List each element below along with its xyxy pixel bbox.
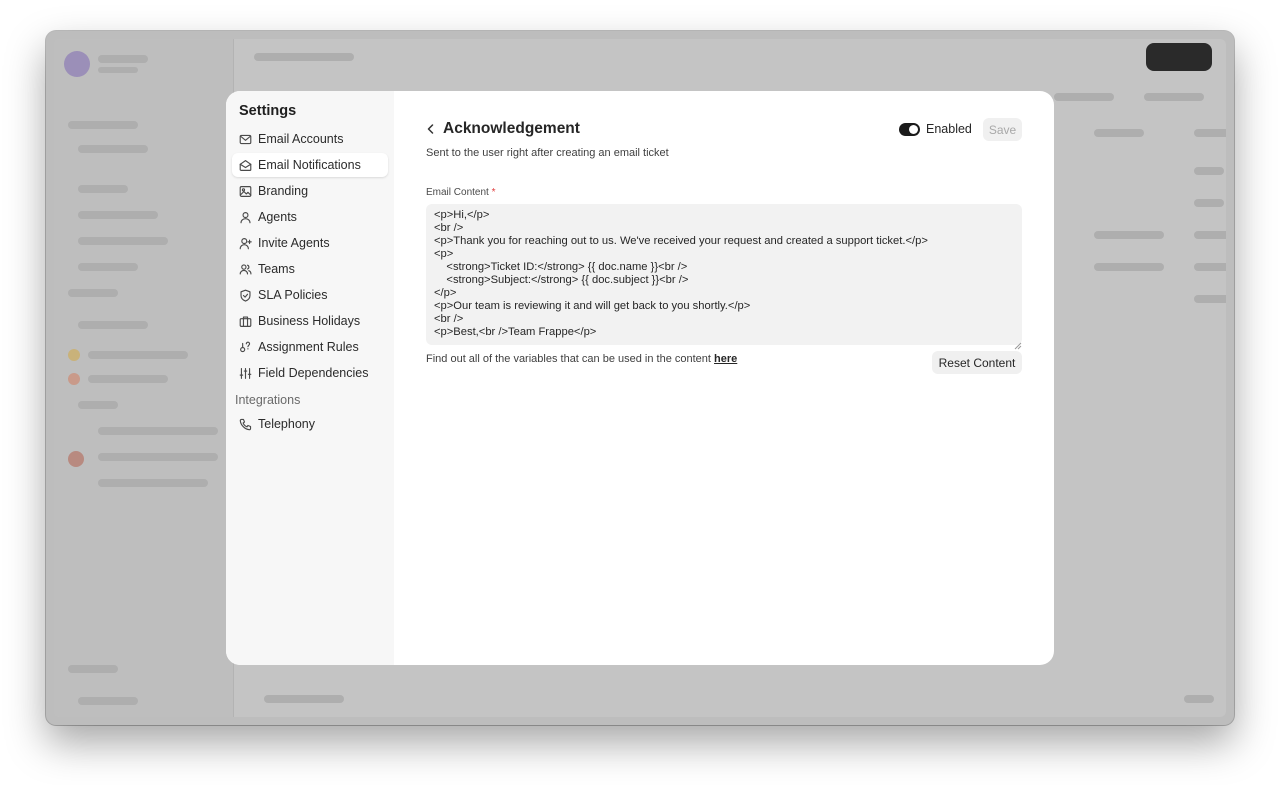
sidebar-item-invite-agents[interactable]: Invite Agents [232, 231, 388, 255]
background-text [1194, 263, 1226, 271]
sidebar-item-label: Field Dependencies [258, 366, 369, 380]
background-text [78, 697, 138, 705]
sidebar-item-field-dependencies[interactable]: Field Dependencies [232, 361, 388, 385]
sidebar-item-label: Teams [258, 262, 295, 276]
sidebar-item-label: Email Accounts [258, 132, 344, 146]
background-text [1094, 263, 1164, 271]
sidebar-item-agents[interactable]: Agents [232, 205, 388, 229]
background-text [88, 351, 188, 359]
background-text [1194, 231, 1226, 239]
background-text [1144, 93, 1204, 101]
background-text [78, 401, 118, 409]
page-title: Acknowledgement [443, 120, 580, 137]
settings-title: Settings [239, 103, 297, 119]
background-text [78, 211, 158, 219]
background-text [1094, 129, 1144, 137]
sidebar-item-label: Branding [258, 184, 309, 198]
background-primary-button [1146, 43, 1212, 71]
sidebar-item-email-accounts[interactable]: Email Accounts [232, 127, 388, 151]
enabled-switch: Enabled [899, 122, 972, 136]
background-dot [68, 451, 84, 467]
settings-modal: Settings Email Accounts Email Notificati… [226, 91, 1054, 665]
background-text [264, 695, 344, 703]
background-text [68, 289, 118, 297]
sidebar-item-label: Email Notifications [258, 158, 361, 172]
user-plus-icon [239, 237, 252, 250]
variables-help-text: Find out all of the variables that can b… [426, 353, 715, 365]
sidebar-item-label: Assignment Rules [258, 340, 359, 354]
sidebar-item-email-notifications[interactable]: Email Notifications [232, 153, 388, 177]
background-text [1094, 231, 1164, 239]
background-text [98, 427, 218, 435]
background-text [1194, 199, 1224, 207]
background-text [78, 321, 148, 329]
background-dot [68, 349, 80, 361]
background-text [78, 263, 138, 271]
sliders-icon [239, 367, 252, 380]
variables-help-link[interactable]: here [714, 353, 737, 365]
email-content-label-text: Email Content [426, 187, 489, 198]
sidebar-item-telephony[interactable]: Telephony [232, 412, 388, 436]
background-text [68, 121, 138, 129]
sidebar-item-label: Agents [258, 210, 297, 224]
background-text [1194, 295, 1226, 303]
chevron-left-icon[interactable] [425, 122, 437, 136]
background-text [98, 67, 138, 73]
sidebar-item-assignment-rules[interactable]: Assignment Rules [232, 335, 388, 359]
background-text [98, 453, 218, 461]
sidebar-item-branding[interactable]: Branding [232, 179, 388, 203]
sidebar-item-label: Telephony [258, 417, 315, 431]
background-text [68, 665, 118, 673]
background-text [78, 145, 148, 153]
background-sidebar [54, 39, 234, 717]
background-text [1054, 93, 1114, 101]
background-dot [68, 373, 80, 385]
sidebar-item-teams[interactable]: Teams [232, 257, 388, 281]
required-indicator: * [491, 187, 496, 198]
mail-icon [239, 133, 252, 146]
page-subtitle: Sent to the user right after creating an… [426, 147, 669, 159]
save-button[interactable]: Save [983, 118, 1022, 141]
background-text [98, 55, 148, 63]
background-text [1194, 129, 1226, 137]
settings-sidebar: Settings Email Accounts Email Notificati… [226, 91, 394, 665]
briefcase-icon [239, 315, 252, 328]
background-breadcrumb [254, 53, 354, 61]
phone-icon [239, 418, 252, 431]
image-icon [239, 185, 252, 198]
sidebar-item-label: Invite Agents [258, 236, 330, 250]
variables-help: Find out all of the variables that can b… [426, 353, 737, 365]
resize-handle-icon[interactable] [1014, 337, 1022, 350]
background-text [1194, 167, 1224, 175]
background-text [88, 375, 168, 383]
background-text [1184, 695, 1214, 703]
sidebar-item-business-holidays[interactable]: Business Holidays [232, 309, 388, 333]
sidebar-item-label: SLA Policies [258, 288, 328, 302]
reset-content-button[interactable]: Reset Content [932, 351, 1022, 374]
assignment-icon [239, 341, 252, 354]
email-content-label: Email Content * [426, 187, 496, 198]
mail-open-icon [239, 159, 252, 172]
sidebar-item-sla-policies[interactable]: SLA Policies [232, 283, 388, 307]
shield-icon [239, 289, 252, 302]
email-content-textarea[interactable]: <p>Hi,</p> <br /> <p>Thank you for reach… [426, 204, 1022, 345]
background-text [98, 479, 208, 487]
background-text [78, 185, 128, 193]
integrations-section-label: Integrations [235, 393, 301, 407]
background-logo [64, 51, 90, 77]
sidebar-item-label: Business Holidays [258, 314, 361, 328]
enabled-label: Enabled [926, 122, 972, 136]
background-text [78, 237, 168, 245]
enabled-toggle[interactable] [899, 122, 920, 136]
user-icon [239, 211, 252, 224]
users-icon [239, 263, 252, 276]
